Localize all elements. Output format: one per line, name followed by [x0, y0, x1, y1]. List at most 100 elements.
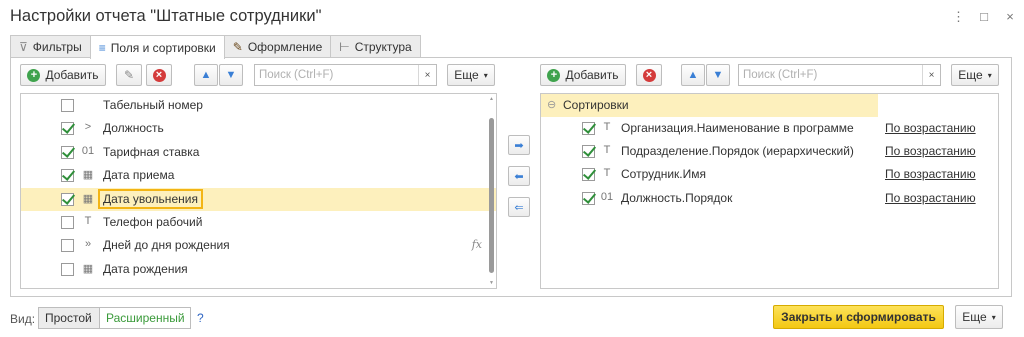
field-row[interactable]: 01 Тарифная ставка: [21, 141, 496, 164]
field-type-icon: 01: [81, 144, 95, 157]
sort-direction-link[interactable]: По возрастанию: [885, 191, 976, 205]
sort-move-down-button[interactable]: ▼: [706, 64, 730, 86]
fields-search-input[interactable]: [255, 65, 436, 85]
sort-search-input[interactable]: [739, 65, 940, 85]
tab-filters[interactable]: ⊽ Фильтры: [10, 35, 91, 58]
edit-button[interactable]: ✎: [116, 64, 142, 86]
field-checkbox[interactable]: [61, 145, 74, 159]
more-icon[interactable]: ⋮: [952, 9, 965, 25]
more-button-footer[interactable]: Еще ▾: [955, 305, 1003, 329]
add-label: Добавить: [565, 68, 619, 82]
field-label: Телефон рабочий: [103, 215, 203, 229]
field-type-icon: T: [84, 215, 92, 227]
field-checkbox[interactable]: [61, 216, 74, 229]
sort-checkbox[interactable]: [582, 191, 595, 205]
structure-icon: ⊢: [339, 40, 350, 54]
field-row[interactable]: T Телефон рабочий: [21, 211, 496, 234]
close-and-generate-label: Закрыть и сформировать: [781, 310, 936, 324]
window-title: Настройки отчета "Штатные сотрудники": [10, 7, 322, 25]
view-mode-extended[interactable]: Расширенный: [99, 307, 191, 329]
field-checkbox[interactable]: [61, 192, 74, 206]
tab-fields-sort[interactable]: ≡ Поля и сортировки: [89, 35, 225, 59]
chevron-down-icon: ▾: [987, 70, 992, 80]
field-label: Дней до дня рождения: [103, 238, 230, 253]
field-type-icon: ▦: [82, 169, 94, 182]
pencil-icon: ✎: [123, 68, 135, 82]
close-and-generate-button[interactable]: Закрыть и сформировать: [773, 305, 944, 329]
sort-type-icon: T: [603, 167, 611, 180]
scroll-up-icon[interactable]: ▲: [488, 96, 495, 102]
view-mode-simple[interactable]: Простой: [38, 307, 100, 329]
sort-row[interactable]: 01 Должность.Порядок По возрастанию: [541, 187, 998, 210]
help-link[interactable]: ?: [197, 311, 204, 325]
field-row[interactable]: > Должность: [21, 117, 496, 140]
clear-search-icon[interactable]: ×: [922, 65, 940, 85]
field-checkbox[interactable]: [61, 239, 74, 253]
fields-scrollbar[interactable]: ▲ ▼: [488, 96, 495, 286]
window-controls: ⋮ □ ×: [952, 9, 1016, 25]
view-mode-simple-label: Простой: [45, 311, 92, 325]
scroll-down-icon[interactable]: ▼: [488, 280, 495, 286]
sort-direction-link[interactable]: По возрастанию: [885, 144, 976, 158]
sort-direction-link[interactable]: По возрастанию: [885, 121, 976, 135]
more-button-right[interactable]: Еще ▾: [951, 64, 999, 86]
field-row[interactable]: ▦ Дата рождения: [21, 258, 496, 281]
field-checkbox[interactable]: [61, 262, 74, 276]
maximize-icon[interactable]: □: [978, 9, 990, 25]
scroll-thumb[interactable]: [489, 118, 494, 273]
sorting-group-label: Сортировки: [563, 98, 629, 112]
clear-search-icon[interactable]: ×: [418, 65, 436, 85]
more-label: Еще: [454, 68, 479, 82]
sort-checkbox[interactable]: [582, 168, 595, 182]
sorting-group-row[interactable]: ⊖ Сортировки: [541, 94, 878, 117]
field-row[interactable]: » Дней до дня рождения fx: [21, 234, 496, 257]
field-label: Должность: [103, 121, 164, 136]
remove-from-sort-button[interactable]: ⬅: [508, 166, 530, 186]
tab-label: Оформление: [247, 40, 323, 54]
sort-row[interactable]: T Подразделение.Порядок (иерархический) По…: [541, 140, 998, 163]
arrow-right-icon: ➡: [514, 139, 524, 152]
sort-field-label: Организация.Наименование в программе: [621, 121, 854, 135]
sort-row[interactable]: T Сотрудник.Имя По возрастанию: [541, 163, 998, 186]
more-label: Еще: [958, 68, 983, 82]
add-field-button[interactable]: + Добавить: [20, 64, 106, 86]
move-to-sort-button[interactable]: ➡: [508, 135, 530, 155]
delete-sort-button[interactable]: ×: [636, 64, 662, 86]
add-label: Добавить: [45, 68, 99, 82]
move-up-button[interactable]: ▲: [194, 64, 218, 86]
chevron-down-icon: ▾: [483, 70, 488, 80]
field-type-icon: »: [84, 238, 92, 251]
add-sort-button[interactable]: + Добавить: [540, 64, 626, 86]
tab-structure[interactable]: ⊢ Структура: [330, 35, 421, 58]
close-icon[interactable]: ×: [1004, 9, 1016, 25]
field-row[interactable]: ▦ Дата приема: [21, 164, 496, 187]
more-button-left[interactable]: Еще ▾: [447, 64, 495, 86]
sort-move-up-button[interactable]: ▲: [681, 64, 705, 86]
collapse-icon[interactable]: ⊖: [547, 98, 556, 111]
field-row[interactable]: ▦ Дата увольнения: [21, 187, 496, 211]
sort-row[interactable]: T Организация.Наименование в программе По …: [541, 117, 998, 140]
tab-appearance[interactable]: ✎ Оформление: [223, 35, 332, 58]
field-checkbox[interactable]: [61, 122, 74, 136]
field-row[interactable]: Табельный номер: [21, 94, 496, 117]
field-checkbox[interactable]: [61, 99, 74, 112]
more-label: Еще: [962, 310, 987, 324]
funnel-icon: ⊽: [19, 40, 28, 54]
brush-icon: ✎: [232, 40, 243, 54]
view-mode-extended-label: Расширенный: [106, 311, 185, 325]
move-down-button[interactable]: ▼: [219, 64, 243, 86]
field-label: Табельный номер: [103, 98, 203, 112]
sort-type-icon: T: [603, 144, 611, 157]
sort-search: ×: [738, 64, 941, 86]
arrow-down-icon: ▼: [712, 69, 724, 81]
field-type-icon: ▦: [82, 262, 94, 275]
sort-direction-link[interactable]: По возрастанию: [885, 167, 976, 181]
field-checkbox[interactable]: [61, 169, 74, 183]
delete-button[interactable]: ×: [146, 64, 172, 86]
sort-field-label: Сотрудник.Имя: [621, 167, 707, 182]
remove-all-from-sort-button[interactable]: ⇐: [508, 197, 530, 217]
sort-checkbox[interactable]: [582, 145, 595, 159]
formula-icon: fx: [471, 238, 482, 252]
sort-checkbox[interactable]: [582, 122, 595, 135]
field-type-icon: >: [84, 121, 92, 134]
